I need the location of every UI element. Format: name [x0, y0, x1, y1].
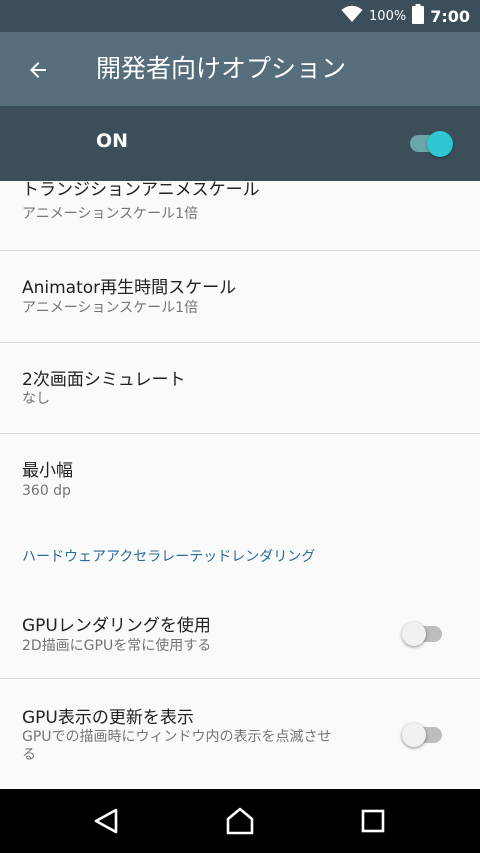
- app-bar: 開発者向けオプション: [0, 32, 480, 106]
- nav-recents-button[interactable]: [355, 805, 391, 837]
- master-switch-label: ON: [96, 130, 129, 152]
- item-summary: 2D描画にGPUを常に使用する: [22, 638, 212, 654]
- back-icon: [94, 808, 118, 834]
- item-title: 最小幅: [22, 461, 73, 481]
- item-title: 2次画面シミュレート: [22, 370, 186, 390]
- section-header-hw-rendering: ハードウェアアクセラレーテッドレンダリング: [22, 549, 316, 565]
- item-summary-line-1: GPUでの描画時にウィンドウ内の表示を点滅させ: [22, 729, 332, 745]
- list-item-force-gpu[interactable]: GPUレンダリングを使用 2D描画にGPUを常に使用する: [0, 587, 480, 679]
- list-item-secondary-display[interactable]: 2次画面シミュレート なし: [0, 343, 480, 434]
- item-title: トランジションアニメスケール: [22, 181, 260, 200]
- back-arrow-button[interactable]: [22, 54, 54, 86]
- recents-icon: [361, 809, 385, 833]
- settings-list[interactable]: トランジションアニメスケール アニメーションスケール1倍 Animator再生時…: [0, 181, 480, 789]
- item-title: GPUレンダリングを使用: [22, 616, 211, 636]
- item-title: GPU表示の更新を表示: [22, 708, 194, 728]
- page-title: 開発者向けオプション: [96, 54, 347, 83]
- force-gpu-switch[interactable]: [402, 622, 426, 646]
- arrow-left-icon: [30, 62, 46, 78]
- master-switch-bar[interactable]: ON: [0, 106, 480, 181]
- show-gpu-updates-switch[interactable]: [402, 723, 426, 747]
- item-summary: アニメーションスケール1倍: [22, 300, 199, 316]
- item-summary: アニメーションスケール1倍: [22, 206, 199, 222]
- item-title: Animator再生時間スケール: [22, 278, 237, 298]
- nav-home-button[interactable]: [222, 805, 258, 837]
- wifi-icon: [341, 5, 363, 27]
- battery-icon: [412, 4, 425, 28]
- list-item-transition-scale[interactable]: トランジションアニメスケール アニメーションスケール1倍: [0, 181, 480, 251]
- list-item-animator-scale[interactable]: Animator再生時間スケール アニメーションスケール1倍: [0, 251, 480, 343]
- list-item-smallest-width[interactable]: 最小幅 360 dp: [0, 434, 480, 534]
- item-summary: なし: [22, 391, 50, 407]
- list-item-show-gpu-updates[interactable]: GPU表示の更新を表示 GPUでの描画時にウィンドウ内の表示を点滅させ る: [0, 679, 480, 789]
- status-icons: 100% 7:00: [341, 0, 470, 32]
- status-bar: 100% 7:00: [0, 0, 480, 32]
- home-icon: [226, 807, 254, 835]
- nav-back-button[interactable]: [88, 805, 124, 837]
- item-summary: 360 dp: [22, 483, 71, 499]
- item-summary-line-2: る: [22, 747, 36, 763]
- navigation-bar: [0, 789, 480, 853]
- battery-percent: 100%: [369, 8, 407, 24]
- master-switch-knob[interactable]: [427, 131, 453, 157]
- clock: 7:00: [430, 6, 470, 26]
